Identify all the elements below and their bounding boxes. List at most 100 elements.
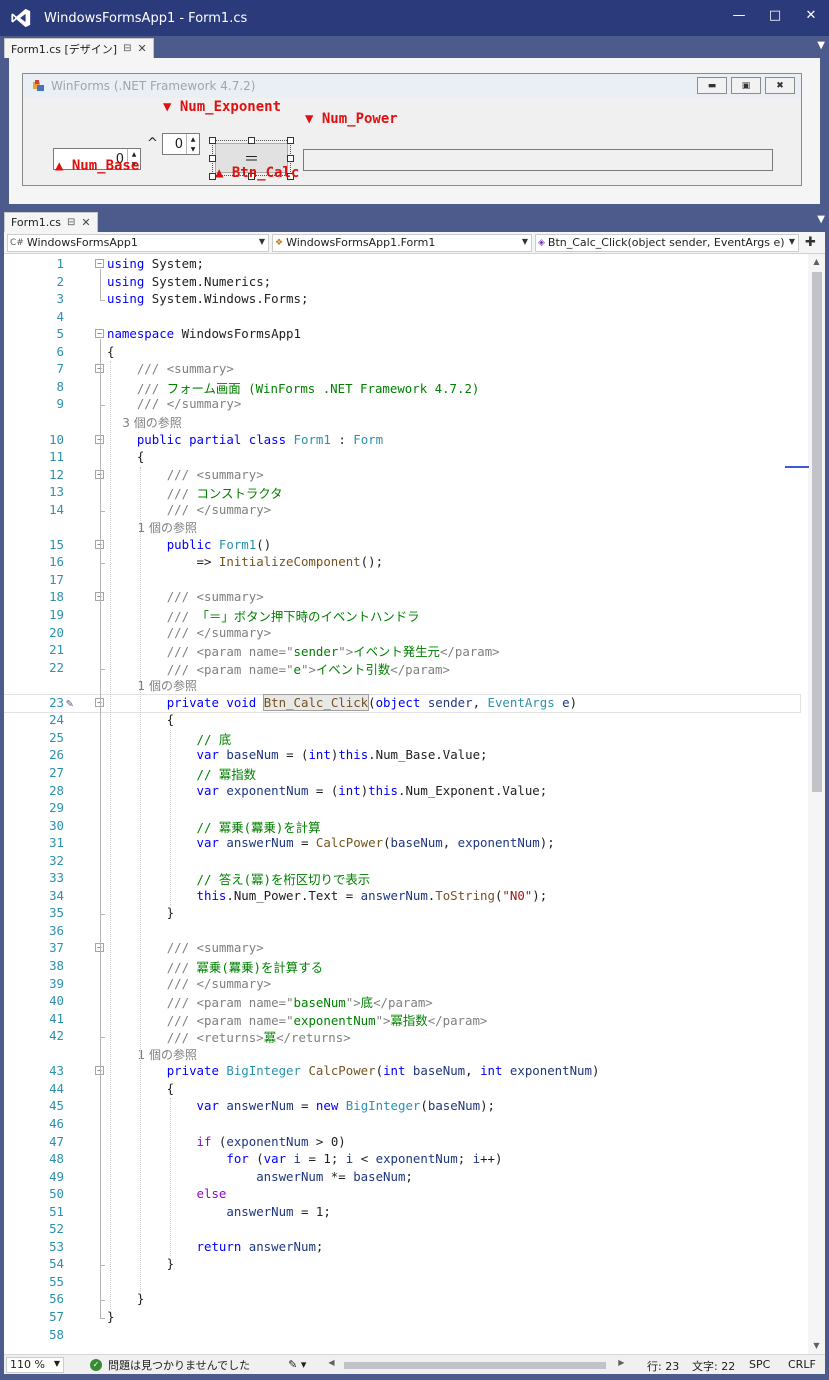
close-button[interactable]: ✕ [793,0,829,30]
code-line[interactable]: 30 // 冪乗(羃乗)を計算 [4,818,800,836]
scroll-thumb[interactable] [812,272,822,792]
class-dropdown[interactable]: ❖ WindowsFormsApp1.Form1 ▼ [272,233,532,252]
code-line[interactable]: 53 return answerNum; [4,1239,800,1257]
code-line[interactable]: 15− public Form1() [4,537,800,555]
brush-icon[interactable]: ✎ ▾ [288,1358,306,1371]
code-line[interactable]: 40 /// <param name="baseNum">底</param> [4,993,800,1011]
zoom-dropdown[interactable]: 110 % ▼ [6,1356,64,1373]
minimize-button[interactable]: — [721,0,757,30]
code-line[interactable]: 28 var exponentNum = (int)this.Num_Expon… [4,783,800,801]
code-line[interactable]: 58 [4,1327,800,1345]
code-line[interactable]: 1 個の参照 [4,519,800,537]
code-line[interactable]: 3 using System.Windows.Forms; [4,291,800,309]
code-line[interactable]: 11 { [4,449,800,467]
num-exponent-input[interactable]: 0 ▲ ▼ [162,133,200,155]
code-line[interactable]: 29 [4,800,800,818]
code-line[interactable]: 3 個の参照 [4,414,800,432]
tab-form1-design[interactable]: Form1.cs [デザイン] ⊟ ✕ [4,38,154,58]
code-line[interactable]: 39 /// </summary> [4,976,800,994]
collapse-icon[interactable]: − [95,259,104,268]
code-line[interactable]: 5 − namespace WindowsFormsApp1 [4,326,800,344]
line-ending-indicator[interactable]: CRLF [788,1358,816,1371]
code-line[interactable]: 24 { [4,712,800,730]
scroll-up-icon[interactable]: ▲ [808,254,825,270]
code-line[interactable]: 8 /// フォーム画面 (WinForms .NET Framework 4.… [4,379,800,397]
brush-icon[interactable]: ✎ [66,696,73,710]
form-maximize-button[interactable]: ▣ [731,77,761,94]
code-line[interactable]: 50 else [4,1186,800,1204]
code-line[interactable]: 55 [4,1274,800,1292]
code-line[interactable]: 43− private BigInteger CalcPower(int bas… [4,1063,800,1081]
code-line[interactable]: 57} [4,1309,800,1327]
code-line[interactable]: 10− public partial class Form1 : Form [4,432,800,450]
project-dropdown[interactable]: C# WindowsFormsApp1 ▼ [7,233,269,252]
resize-handle[interactable] [248,137,255,144]
scroll-thumb[interactable] [344,1361,607,1369]
issues-status[interactable]: 問題は見つかりませんでした [108,1357,250,1373]
code-line[interactable]: 25 // 底 [4,730,800,748]
code-line[interactable]: 47 if (exponentNum > 0) [4,1134,800,1152]
code-line[interactable]: 27 // 冪指数 [4,765,800,783]
form-minimize-button[interactable]: ▬ [697,77,727,94]
code-line[interactable]: 21 /// <param name="sender">イベント発生元</par… [4,642,800,660]
code-line[interactable]: 26 var baseNum = (int)this.Num_Base.Valu… [4,747,800,765]
split-icon[interactable]: ✚ [805,235,816,250]
horizontal-scrollbar[interactable]: ◀ ▶ [326,1358,626,1372]
whitespace-indicator[interactable]: SPC [749,1358,770,1371]
code-line[interactable]: 31 var answerNum = CalcPower(baseNum, ex… [4,835,800,853]
chevron-down-icon[interactable]: ▼ [817,40,825,51]
code-line[interactable]: 1 個の参照 [4,677,800,695]
code-line[interactable]: 45 var answerNum = new BigInteger(baseNu… [4,1098,800,1116]
member-dropdown[interactable]: ◈ Btn_Calc_Click(object sender, EventArg… [535,233,799,252]
pin-icon[interactable]: ⊟ [123,43,131,54]
collapse-icon[interactable]: − [95,329,104,339]
code-line[interactable]: 37− /// <summary> [4,940,800,958]
code-line[interactable]: 34 this.Num_Power.Text = answerNum.ToStr… [4,888,800,906]
code-line[interactable]: 1 個の参照 [4,1046,800,1064]
code-line[interactable]: 49 answerNum *= baseNum; [4,1169,800,1187]
spin-down-icon[interactable]: ▼ [187,144,199,154]
code-line[interactable]: 52 [4,1221,800,1239]
code-line[interactable]: 19 /// 「＝」ボタン押下時のイベントハンドラ [4,607,800,625]
code-line[interactable]: 7− /// <summary> [4,361,800,379]
code-line[interactable]: 17 [4,572,800,590]
code-line[interactable]: 41 /// <param name="exponentNum">冪指数</pa… [4,1011,800,1029]
scroll-right-icon[interactable]: ▶ [618,1358,624,1367]
code-editor[interactable]: 1− using System; 2 using System.Numerics; 3 u… [4,254,825,1354]
code-line[interactable]: 14 /// </summary> [4,502,800,520]
resize-handle[interactable] [287,137,294,144]
chevron-down-icon[interactable]: ▼ [817,214,825,225]
code-line[interactable]: 46 [4,1116,800,1134]
code-line[interactable]: 36 [4,923,800,941]
code-line[interactable]: 1 − using System; [4,256,800,274]
line-indicator[interactable]: 行: 23 [647,1358,679,1374]
close-icon[interactable]: ✕ [137,42,146,55]
code-line[interactable]: 20 /// </summary> [4,625,800,643]
close-icon[interactable]: ✕ [81,216,90,229]
form-close-button[interactable]: ✖ [765,77,795,94]
code-line[interactable]: 48 for (var i = 1; i < exponentNum; i++) [4,1151,800,1169]
resize-handle[interactable] [209,155,216,162]
num-power-textbox[interactable] [303,149,773,171]
resize-handle[interactable] [287,155,294,162]
code-line[interactable]: 56 } [4,1291,800,1309]
code-line[interactable]: 12− /// <summary> [4,467,800,485]
code-line[interactable]: 4 [4,309,800,327]
code-line[interactable]: 2 using System.Numerics; [4,274,800,292]
code-line[interactable]: 13 /// コンストラクタ [4,484,800,502]
code-line[interactable]: 42 /// <returns>冪</returns> [4,1028,800,1046]
spin-up-icon[interactable]: ▲ [187,134,199,144]
code-line[interactable]: 6{ [4,344,800,362]
vertical-scrollbar[interactable]: ▲ ▼ [785,254,825,1354]
code-line[interactable]: 23 ✎ − private void Btn_Calc_Click(object … [4,693,801,714]
code-line[interactable]: 33 // 答え(冪)を桁区切りで表示 [4,870,800,888]
maximize-button[interactable]: □ [757,0,793,30]
code-line[interactable]: 54 } [4,1256,800,1274]
code-line[interactable]: 16 => InitializeComponent(); [4,554,800,572]
code-line[interactable]: 9 /// </summary> [4,396,800,414]
pin-icon[interactable]: ⊟ [67,217,75,228]
scroll-down-icon[interactable]: ▼ [808,1338,825,1354]
code-line[interactable]: 38 /// 冪乗(羃乗)を計算する [4,958,800,976]
code-line[interactable]: 51 answerNum = 1; [4,1204,800,1222]
code-line[interactable]: 44 { [4,1081,800,1099]
